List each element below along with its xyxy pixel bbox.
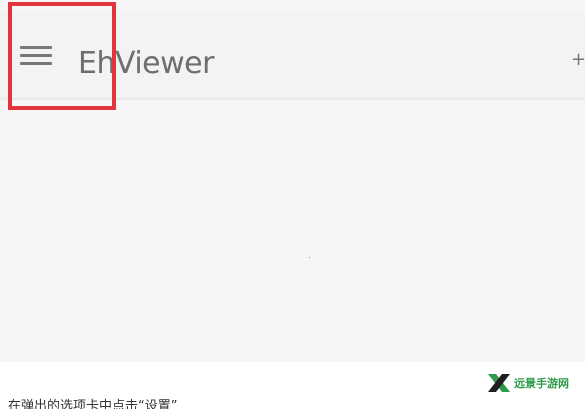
content-area	[309, 257, 310, 258]
watermark-text: 远景手游网	[514, 377, 569, 390]
caption: 在弹出的选项卡中点击“设置”	[8, 399, 178, 409]
highlight-box	[8, 2, 116, 110]
watermark: 远景手游网	[486, 371, 569, 395]
overflow-icon[interactable]: +	[571, 50, 585, 70]
screenshot: EhViewer + 远景手游网 在弹出的选项卡中点击“设置”	[0, 0, 585, 409]
watermark-x-icon	[488, 374, 510, 392]
